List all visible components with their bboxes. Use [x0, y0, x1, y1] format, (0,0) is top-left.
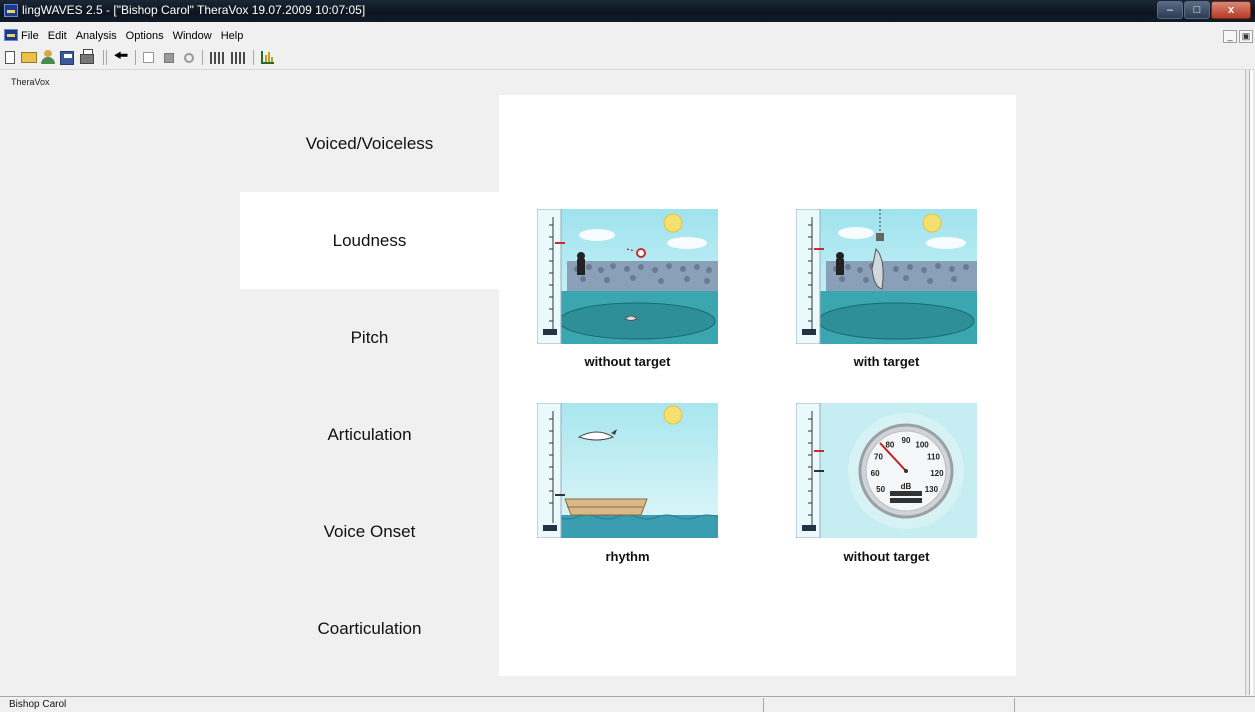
document-window-controls: _ ▣: [1223, 30, 1253, 43]
dial-label: 110: [927, 453, 940, 462]
dial-label: 50: [876, 485, 885, 494]
exercise-panel: [499, 95, 1016, 676]
toolbar-separator: [253, 50, 254, 65]
status-pane: [1014, 698, 1015, 712]
exercise-label-without-target: without target: [584, 354, 671, 369]
document-icon[interactable]: [4, 29, 18, 41]
dial-label: 70: [874, 453, 883, 462]
document-minimize-button[interactable]: _: [1223, 30, 1237, 43]
menu-file[interactable]: File: [21, 30, 39, 42]
menu-window[interactable]: Window: [173, 30, 212, 42]
exercise-tile-with-target[interactable]: [796, 209, 977, 344]
minimize-button[interactable]: –: [1157, 1, 1183, 19]
status-bar: Bishop Carol: [0, 696, 1255, 712]
menu-edit[interactable]: Edit: [48, 30, 67, 42]
dial-label: 130: [925, 485, 939, 494]
dial-label: 100: [915, 441, 929, 450]
patient-icon[interactable]: [40, 49, 56, 65]
toolbar-separator: [202, 50, 203, 65]
dial-label: 120: [930, 469, 944, 478]
chart-icon[interactable]: [259, 49, 275, 65]
nav-articulation[interactable]: Articulation: [240, 386, 499, 483]
menu-bar: File Edit Analysis Options Window Help _…: [0, 29, 1255, 45]
record-icon[interactable]: [184, 53, 194, 63]
toolbar-separator: [103, 50, 104, 65]
digits-edit-icon[interactable]: [231, 52, 247, 64]
toolbar: 🠘: [0, 47, 1255, 70]
document-restore-button[interactable]: ▣: [1239, 30, 1253, 43]
dial-label: 90: [902, 436, 911, 445]
nav-coarticulation[interactable]: Coarticulation: [240, 580, 499, 677]
menu-help[interactable]: Help: [221, 30, 244, 42]
new-icon[interactable]: [5, 51, 15, 64]
vertical-scrollbar[interactable]: [1245, 70, 1255, 695]
child-window-caption: TheraVox: [11, 77, 50, 87]
window-controls: – □ x: [1157, 1, 1251, 19]
toolbar-separator: [106, 50, 107, 65]
toolbar-separator: [135, 50, 136, 65]
nav-voice-onset[interactable]: Voice Onset: [240, 483, 499, 580]
stop-icon[interactable]: [164, 53, 174, 63]
back-arrow-icon[interactable]: 🠘: [113, 49, 129, 65]
print-icon[interactable]: [80, 49, 94, 64]
status-patient-name: Bishop Carol: [9, 699, 67, 710]
nav-loudness[interactable]: Loudness: [240, 192, 499, 289]
maximize-button[interactable]: □: [1184, 1, 1210, 19]
nav-voiced-voiceless[interactable]: Voiced/Voiceless: [240, 95, 499, 192]
exercise-tile-without-target[interactable]: [537, 209, 718, 344]
exercise-label-rhythm: rhythm: [605, 549, 650, 564]
exercise-tile-rhythm[interactable]: [537, 403, 718, 538]
dial-label: 60: [871, 469, 880, 478]
window-title: lingWAVES 2.5 - ["Bishop Carol" TheraVox…: [22, 3, 366, 17]
exercise-label-meter-without-target: without target: [843, 549, 930, 564]
status-pane: [763, 698, 764, 712]
exercise-tile-meter[interactable]: 50 60 70 80 90 100 110 120 130 dB: [796, 403, 977, 538]
save-icon[interactable]: [60, 51, 74, 65]
menu-analysis[interactable]: Analysis: [76, 30, 117, 42]
dial-unit-label: dB: [901, 482, 912, 491]
dial-label: 80: [885, 441, 894, 450]
exercise-label-with-target: with target: [853, 354, 920, 369]
close-button[interactable]: x: [1211, 1, 1251, 19]
nav-pitch[interactable]: Pitch: [240, 289, 499, 386]
app-icon[interactable]: [4, 4, 18, 17]
digits-icon[interactable]: [210, 52, 226, 64]
frame-icon[interactable]: [143, 52, 154, 63]
open-icon[interactable]: [21, 52, 37, 63]
title-bar: lingWAVES 2.5 - ["Bishop Carol" TheraVox…: [0, 0, 1255, 22]
menu-options[interactable]: Options: [126, 30, 164, 42]
